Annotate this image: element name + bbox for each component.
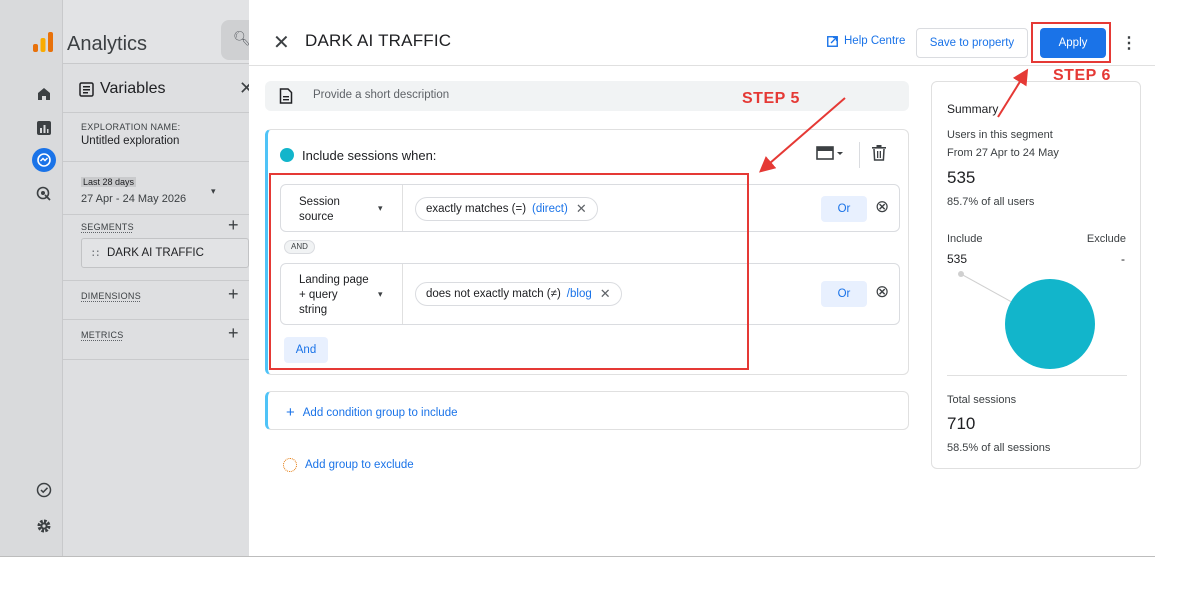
users-label: Users in this segment: [947, 129, 1053, 141]
segment-chip-label: DARK AI TRAFFIC: [107, 247, 204, 259]
save-to-property-button[interactable]: Save to property: [916, 28, 1028, 58]
divider: [63, 359, 249, 360]
insights-icon[interactable]: [34, 480, 54, 500]
exclude-label: Exclude: [1086, 233, 1126, 245]
exclude-dotted-icon: [283, 458, 297, 472]
variables-header: Variables: [79, 80, 166, 98]
help-centre-link[interactable]: Help Centre: [827, 35, 905, 47]
help-centre-label: Help Centre: [844, 35, 906, 47]
app-frame: Analytics 🔍︎ Variables ✕ EXPLORATION NAM…: [0, 0, 1155, 557]
or-button[interactable]: Or: [821, 196, 867, 222]
app-title: Analytics: [67, 33, 148, 55]
include-title: Include sessions when:: [302, 148, 437, 163]
segment-pie-chart: [958, 271, 1095, 369]
divider: [63, 214, 249, 215]
or-button[interactable]: Or: [821, 281, 867, 307]
description-field[interactable]: Provide a short description: [265, 81, 909, 111]
summary-range: From 27 Apr to 24 May: [947, 147, 1059, 159]
add-include-group-label: Add condition group to include: [302, 406, 458, 419]
drag-handle-icon[interactable]: ∷: [92, 247, 99, 260]
segment-editor-panel: ✕ DARK AI TRAFFIC Help Centre Save to pr…: [249, 0, 1155, 556]
include-dot-icon: [280, 148, 294, 162]
more-options-icon[interactable]: ⋮: [1121, 33, 1137, 53]
add-segment-icon[interactable]: +: [228, 215, 239, 236]
chevron-down-icon: ▾: [211, 186, 216, 196]
divider: [63, 112, 249, 113]
explore-icon[interactable]: [32, 148, 56, 172]
plus-icon: +: [286, 404, 295, 421]
variables-title: Variables: [100, 80, 166, 97]
segment-editor-topbar: ✕ DARK AI TRAFFIC Help Centre Save to pr…: [249, 0, 1155, 66]
users-count: 535: [947, 168, 976, 187]
description-placeholder: Provide a short description: [313, 89, 450, 101]
divider: [63, 161, 249, 162]
app-bar: Analytics 🔍︎: [63, 0, 261, 64]
step5-label: STEP 5: [742, 90, 800, 107]
step5-highlight-box: [269, 173, 749, 370]
divider: [859, 142, 860, 168]
sessions-percent: 58.5% of all sessions: [947, 442, 1051, 454]
settings-icon[interactable]: [34, 516, 54, 536]
segment-name[interactable]: DARK AI TRAFFIC: [305, 31, 451, 51]
divider: [63, 319, 249, 320]
variables-panel: Variables ✕ EXPLORATION NAME: Untitled e…: [63, 64, 254, 556]
exploration-name-value[interactable]: Untitled exploration: [81, 135, 179, 147]
divider: [63, 280, 249, 281]
variables-icon: [79, 81, 94, 97]
add-exclude-group-button[interactable]: Add group to exclude: [283, 458, 414, 472]
summary-title: Summary: [947, 102, 999, 116]
description-icon: [279, 88, 293, 104]
add-exclude-group-label: Add group to exclude: [305, 459, 414, 471]
advertising-icon[interactable]: [34, 184, 54, 204]
segment-chip[interactable]: ∷ DARK AI TRAFFIC: [81, 238, 249, 268]
pie-slice-include: [1005, 279, 1095, 369]
screenshot-root: Analytics 🔍︎ Variables ✕ EXPLORATION NAM…: [0, 0, 1200, 600]
home-icon[interactable]: [34, 84, 54, 104]
analytics-logo-icon: [32, 31, 54, 58]
left-rail: [0, 0, 63, 556]
metrics-label: METRICS: [81, 330, 124, 340]
users-percent: 85.7% of all users: [947, 196, 1035, 208]
segments-label: SEGMENTS: [81, 222, 134, 232]
step6-label: STEP 6: [1053, 67, 1111, 84]
step6-highlight-box: [1031, 22, 1111, 63]
exploration-name-label: EXPLORATION NAME:: [81, 122, 181, 132]
add-include-group-button[interactable]: + Add condition group to include: [265, 391, 909, 430]
open-in-new-icon: [827, 35, 838, 47]
dimensions-label: DIMENSIONS: [81, 291, 142, 301]
date-range-label: Last 28 days: [81, 177, 137, 187]
add-dimension-icon[interactable]: +: [228, 284, 239, 305]
sessions-label: Total sessions: [947, 394, 1017, 406]
scope-selector-icon[interactable]: [816, 146, 844, 163]
date-range-value: 27 Apr - 24 May 2026: [81, 193, 187, 205]
sessions-count: 710: [947, 414, 976, 433]
delete-icon[interactable]: [872, 145, 886, 165]
add-metric-icon[interactable]: +: [228, 323, 239, 344]
remove-condition-icon[interactable]: ⊗: [875, 282, 889, 302]
exclude-value: -: [1121, 252, 1125, 266]
reports-icon[interactable]: [34, 118, 54, 138]
divider: [947, 375, 1127, 376]
close-icon[interactable]: ✕: [273, 30, 290, 55]
pie-leader-line: [960, 273, 1020, 307]
remove-condition-icon[interactable]: ⊗: [875, 197, 889, 217]
date-range-selector[interactable]: Last 28 days 27 Apr - 24 May 2026: [81, 172, 231, 208]
include-value: 535: [947, 252, 968, 266]
include-label: Include: [947, 233, 983, 245]
summary-card: Summary Users in this segment From 27 Ap…: [931, 81, 1141, 469]
